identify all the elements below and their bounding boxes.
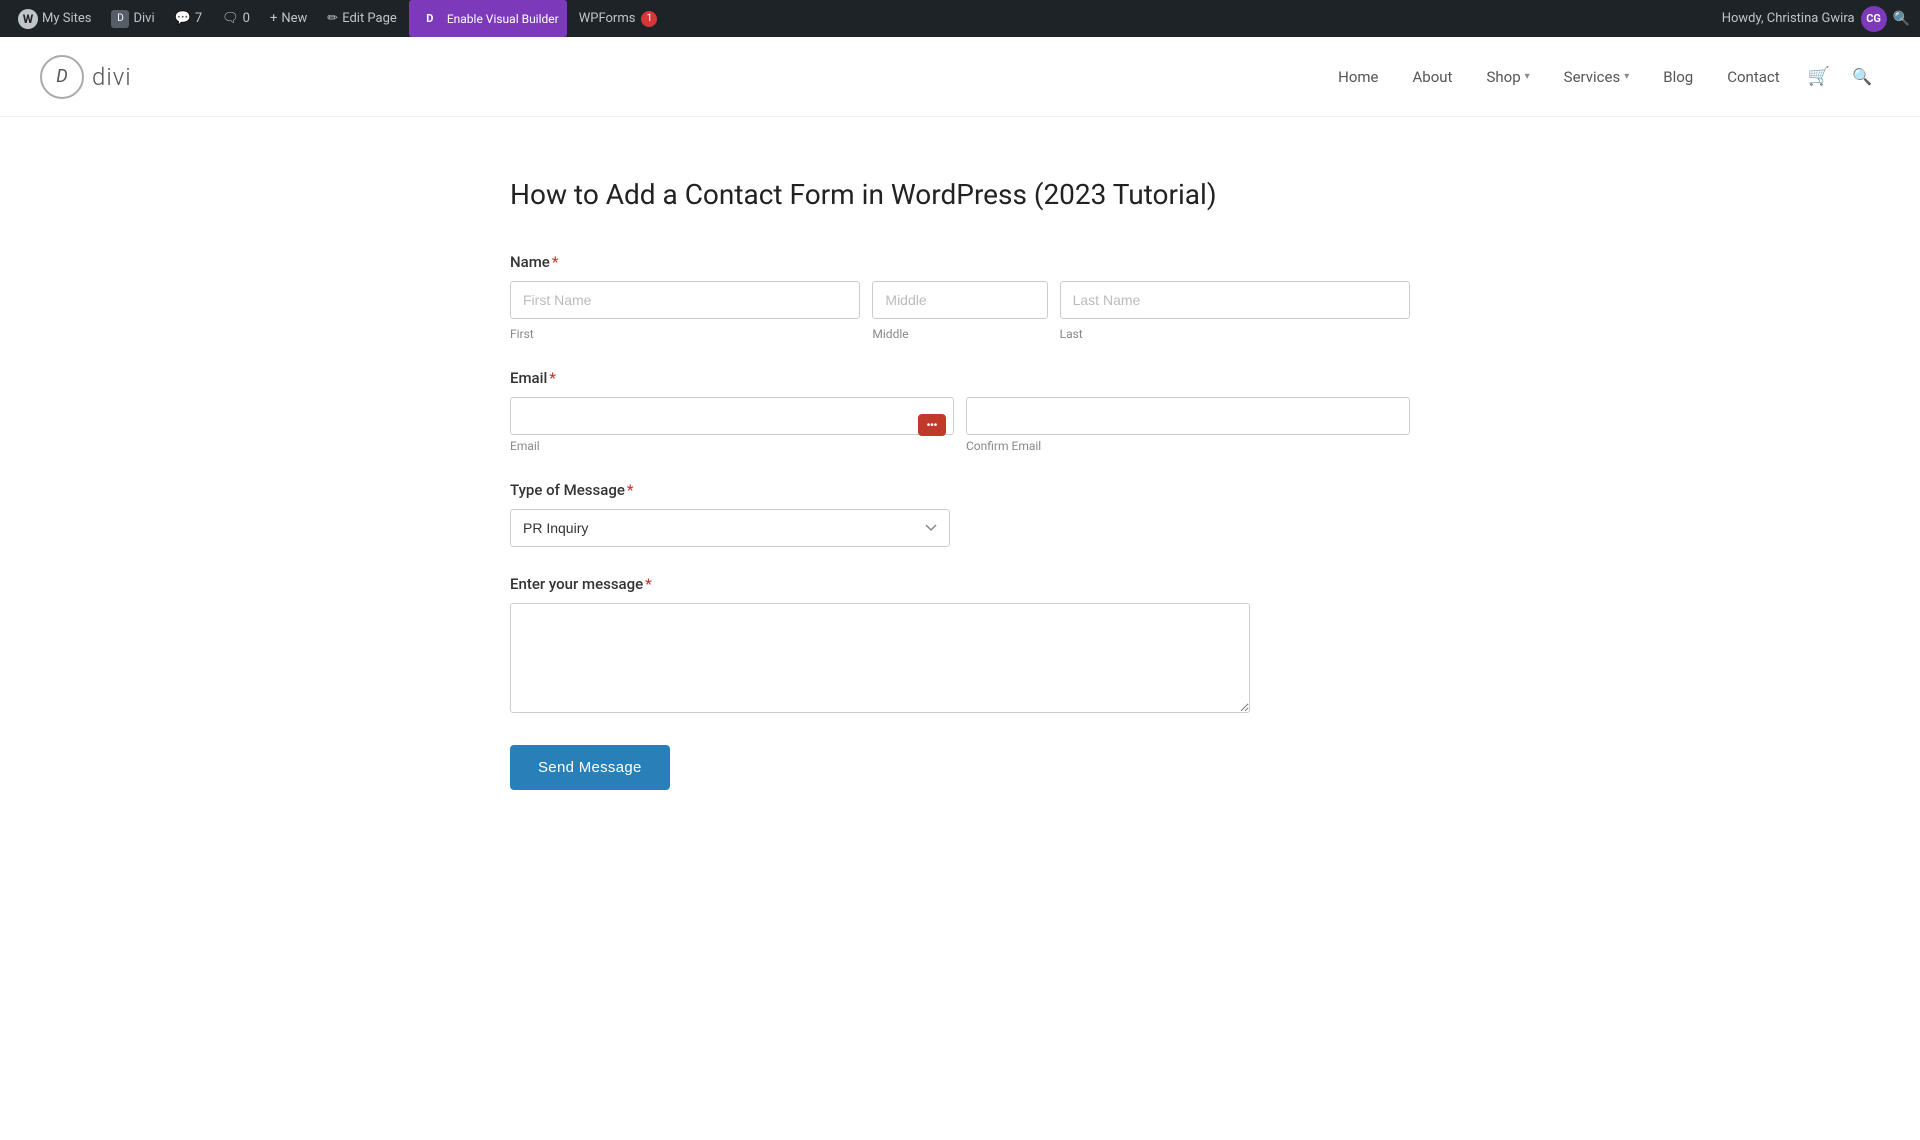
first-name-input[interactable]	[510, 281, 860, 319]
bubble-icon: 💬	[175, 11, 191, 26]
main-nav: Home About Shop ▾ Services ▾ Blog Contac…	[1324, 58, 1880, 95]
type-group: Type of Message* PR Inquiry General Inqu…	[510, 481, 1410, 547]
message-required: *	[645, 575, 652, 593]
divi-label: Divi	[133, 11, 154, 26]
email-input[interactable]	[510, 397, 954, 435]
confirm-email-wrap: Confirm Email	[966, 397, 1410, 453]
admin-search-icon[interactable]: 🔍	[1893, 11, 1910, 27]
wpforms-label: WPForms	[579, 11, 636, 26]
plus-icon: +	[270, 11, 277, 26]
nav-shop-label: Shop	[1486, 68, 1520, 86]
cart-icon[interactable]: 🛒	[1800, 58, 1838, 95]
new-comments-count: 0	[243, 11, 250, 26]
wpforms-item[interactable]: WPForms 1	[571, 0, 666, 37]
name-required: *	[552, 253, 559, 271]
last-sublabel: Last	[1060, 327, 1410, 341]
wpforms-badge: 1	[641, 11, 657, 27]
pencil-icon: ✏	[327, 11, 338, 26]
name-group: Name* First Middle Last	[510, 253, 1410, 341]
shop-chevron-icon: ▾	[1525, 71, 1530, 82]
nav-blog[interactable]: Blog	[1649, 60, 1707, 94]
message-textarea[interactable]	[510, 603, 1250, 713]
site-header: D divi Home About Shop ▾ Services ▾ Blog…	[0, 37, 1920, 117]
middle-sublabel: Middle	[872, 327, 1047, 341]
message-label: Enter your message*	[510, 575, 1410, 593]
email-input-wrap: ••• Email	[510, 397, 954, 453]
email-group: Email* ••• Email Confirm Email	[510, 369, 1410, 453]
enable-vb-label: Enable Visual Builder	[447, 12, 559, 26]
admin-bar-right: Howdy, Christina Gwira CG 🔍	[1722, 6, 1910, 32]
type-required: *	[627, 481, 634, 499]
email-required: *	[549, 369, 556, 387]
page-title: How to Add a Contact Form in WordPress (…	[510, 177, 1410, 213]
edit-page-label: Edit Page	[342, 11, 397, 26]
howdy-text: Howdy, Christina Gwira	[1722, 11, 1855, 26]
services-chevron-icon: ▾	[1624, 71, 1629, 82]
nav-home[interactable]: Home	[1324, 60, 1392, 94]
vb-avatar: D	[417, 6, 443, 32]
logo-circle: D	[40, 55, 84, 99]
name-label: Name*	[510, 253, 1410, 271]
confirm-email-input[interactable]	[966, 397, 1410, 435]
type-label: Type of Message*	[510, 481, 1410, 499]
type-select-wrap: PR Inquiry General Inquiry Support Partn…	[510, 509, 950, 547]
main-content: How to Add a Contact Form in WordPress (…	[470, 117, 1450, 870]
type-select[interactable]: PR Inquiry General Inquiry Support Partn…	[510, 509, 950, 547]
nav-about[interactable]: About	[1399, 60, 1467, 94]
my-sites-label: My Sites	[42, 11, 91, 26]
new-label: New	[281, 11, 307, 26]
new-button[interactable]: + New	[262, 0, 315, 37]
email-label: Email*	[510, 369, 1410, 387]
email-icon-button[interactable]: •••	[918, 414, 946, 436]
divi-admin-icon: D	[111, 10, 129, 28]
wordpress-icon: W	[18, 9, 38, 29]
email-fields: ••• Email Confirm Email	[510, 397, 1410, 453]
site-logo[interactable]: D divi	[40, 55, 132, 99]
contact-form: Name* First Middle Last Email*	[510, 253, 1410, 790]
nav-services[interactable]: Services ▾	[1550, 60, 1644, 94]
nav-home-label: Home	[1338, 68, 1378, 86]
email-sublabel: Email	[510, 439, 954, 453]
middle-name-input[interactable]	[872, 281, 1047, 319]
admin-bar: W My Sites D Divi 💬 7 🗨 0 + New ✏ Edit P…	[0, 0, 1920, 37]
first-sublabel: First	[510, 327, 860, 341]
comments-item[interactable]: 💬 7	[167, 0, 211, 37]
my-sites-item[interactable]: W My Sites	[10, 0, 99, 37]
comment-icon: 🗨	[222, 11, 239, 26]
nav-shop[interactable]: Shop ▾	[1472, 60, 1543, 94]
confirm-email-sublabel: Confirm Email	[966, 439, 1410, 453]
middle-name-wrap: Middle	[872, 281, 1047, 341]
search-icon[interactable]: 🔍	[1844, 59, 1880, 94]
divi-item[interactable]: D Divi	[103, 0, 162, 37]
name-fields: First Middle Last	[510, 281, 1410, 341]
nav-blog-label: Blog	[1663, 68, 1693, 86]
new-comments-item[interactable]: 🗨 0	[214, 0, 258, 37]
last-name-input[interactable]	[1060, 281, 1410, 319]
first-name-wrap: First	[510, 281, 860, 341]
nav-contact[interactable]: Contact	[1713, 60, 1793, 94]
enable-vb-button[interactable]: D Enable Visual Builder	[409, 0, 567, 37]
logo-letter: D	[56, 66, 67, 87]
nav-about-label: About	[1413, 68, 1453, 86]
user-avatar[interactable]: CG	[1861, 6, 1887, 32]
nav-services-label: Services	[1564, 68, 1621, 86]
edit-page-button[interactable]: ✏ Edit Page	[319, 0, 405, 37]
logo-text: divi	[92, 63, 132, 91]
last-name-wrap: Last	[1060, 281, 1410, 341]
nav-contact-label: Contact	[1727, 68, 1779, 86]
comments-count: 7	[195, 11, 202, 26]
send-button[interactable]: Send Message	[510, 745, 670, 790]
message-group: Enter your message*	[510, 575, 1410, 717]
